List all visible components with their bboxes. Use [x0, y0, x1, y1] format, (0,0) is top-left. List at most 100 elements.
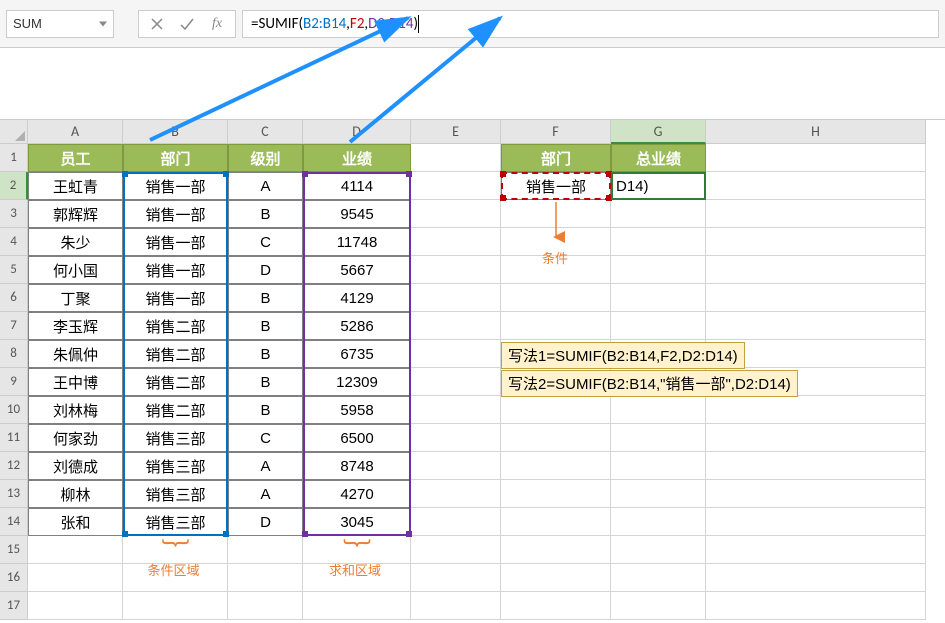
row-header-14[interactable]: 14 — [0, 508, 28, 536]
cell-B8[interactable]: 销售二部 — [123, 340, 228, 368]
cell-C12[interactable]: A — [228, 452, 303, 480]
row-header-1[interactable]: 1 — [0, 144, 28, 172]
cell-C1[interactable]: 级别 — [228, 144, 303, 172]
cell-D4[interactable]: 11748 — [303, 228, 411, 256]
cell-A10[interactable]: 刘林梅 — [28, 396, 123, 424]
col-header-C[interactable]: C — [228, 120, 303, 144]
row-header-17[interactable]: 17 — [0, 592, 28, 620]
cell-C7[interactable]: B — [228, 312, 303, 340]
cell-A5[interactable]: 何小国 — [28, 256, 123, 284]
cell-E1[interactable] — [411, 144, 501, 172]
cell-B4[interactable]: 销售一部 — [123, 228, 228, 256]
cell-G17[interactable] — [611, 592, 706, 620]
cell-B17[interactable] — [123, 592, 228, 620]
cell-F14[interactable] — [501, 508, 611, 536]
cell-E17[interactable] — [411, 592, 501, 620]
cell-H7[interactable] — [706, 312, 926, 340]
col-header-H[interactable]: H — [706, 120, 926, 144]
cell-G10[interactable] — [611, 396, 706, 424]
cell-E10[interactable] — [411, 396, 501, 424]
cell-G4[interactable] — [611, 228, 706, 256]
cell-G13[interactable] — [611, 480, 706, 508]
cell-F1[interactable]: 部门 — [501, 144, 611, 172]
cell-G6[interactable] — [611, 284, 706, 312]
cell-E8[interactable] — [411, 340, 501, 368]
cell-F6[interactable] — [501, 284, 611, 312]
cell-B11[interactable]: 销售三部 — [123, 424, 228, 452]
cell-D8[interactable]: 6735 — [303, 340, 411, 368]
row-header-3[interactable]: 3 — [0, 200, 28, 228]
cell-B14[interactable]: 销售三部 — [123, 508, 228, 536]
cell-C11[interactable]: C — [228, 424, 303, 452]
cell-F17[interactable] — [501, 592, 611, 620]
cell-G16[interactable] — [611, 564, 706, 592]
cell-C9[interactable]: B — [228, 368, 303, 396]
cell-C15[interactable] — [228, 536, 303, 564]
cell-A3[interactable]: 郭辉辉 — [28, 200, 123, 228]
cell-D1[interactable]: 业绩 — [303, 144, 411, 172]
cell-H6[interactable] — [706, 284, 926, 312]
row-header-2[interactable]: 2 — [0, 172, 28, 200]
cell-C2[interactable]: A — [228, 172, 303, 200]
cell-C13[interactable]: A — [228, 480, 303, 508]
cell-E7[interactable] — [411, 312, 501, 340]
cell-H15[interactable] — [706, 536, 926, 564]
cell-D12[interactable]: 8748 — [303, 452, 411, 480]
cell-F13[interactable] — [501, 480, 611, 508]
enter-icon[interactable] — [173, 12, 201, 36]
cell-G1[interactable]: 总业绩 — [611, 144, 706, 172]
cell-G5[interactable] — [611, 256, 706, 284]
cell-A17[interactable] — [28, 592, 123, 620]
cell-D16[interactable] — [303, 564, 411, 592]
cell-D3[interactable]: 9545 — [303, 200, 411, 228]
cell-G15[interactable] — [611, 536, 706, 564]
cell-B9[interactable]: 销售二部 — [123, 368, 228, 396]
row-header-5[interactable]: 5 — [0, 256, 28, 284]
cell-C5[interactable]: D — [228, 256, 303, 284]
cell-H11[interactable] — [706, 424, 926, 452]
cell-H1[interactable] — [706, 144, 926, 172]
cell-E4[interactable] — [411, 228, 501, 256]
name-box[interactable]: SUM — [6, 10, 114, 38]
cell-A7[interactable]: 李玉辉 — [28, 312, 123, 340]
cell-B1[interactable]: 部门 — [123, 144, 228, 172]
cell-E5[interactable] — [411, 256, 501, 284]
cell-H16[interactable] — [706, 564, 926, 592]
row-header-9[interactable]: 9 — [0, 368, 28, 396]
cell-E16[interactable] — [411, 564, 501, 592]
cell-F11[interactable] — [501, 424, 611, 452]
cell-F2[interactable]: 销售一部 — [501, 172, 611, 200]
cell-F16[interactable] — [501, 564, 611, 592]
select-all-corner[interactable] — [0, 120, 28, 144]
cell-A16[interactable] — [28, 564, 123, 592]
cell-G12[interactable] — [611, 452, 706, 480]
cell-B15[interactable] — [123, 536, 228, 564]
cell-F12[interactable] — [501, 452, 611, 480]
cell-H12[interactable] — [706, 452, 926, 480]
formula-input[interactable]: =SUMIF(B2:B14,F2,D2:D14) — [242, 10, 939, 38]
cell-C14[interactable]: D — [228, 508, 303, 536]
cell-E11[interactable] — [411, 424, 501, 452]
cell-D15[interactable] — [303, 536, 411, 564]
fx-icon[interactable]: fx — [203, 12, 231, 36]
row-header-4[interactable]: 4 — [0, 228, 28, 256]
col-header-D[interactable]: D — [303, 120, 411, 144]
cell-A4[interactable]: 朱少 — [28, 228, 123, 256]
cell-F15[interactable] — [501, 536, 611, 564]
cell-D2[interactable]: 4114 — [303, 172, 411, 200]
cell-C3[interactable]: B — [228, 200, 303, 228]
cell-H14[interactable] — [706, 508, 926, 536]
cell-B16[interactable] — [123, 564, 228, 592]
col-header-G[interactable]: G — [611, 120, 706, 144]
cell-H17[interactable] — [706, 592, 926, 620]
col-header-F[interactable]: F — [501, 120, 611, 144]
cell-E12[interactable] — [411, 452, 501, 480]
cell-D17[interactable] — [303, 592, 411, 620]
cell-F10[interactable] — [501, 396, 611, 424]
cell-G2[interactable]: D14) — [611, 172, 706, 200]
cell-F5[interactable] — [501, 256, 611, 284]
cell-E2[interactable] — [411, 172, 501, 200]
cell-C17[interactable] — [228, 592, 303, 620]
cell-B5[interactable]: 销售一部 — [123, 256, 228, 284]
row-header-13[interactable]: 13 — [0, 480, 28, 508]
